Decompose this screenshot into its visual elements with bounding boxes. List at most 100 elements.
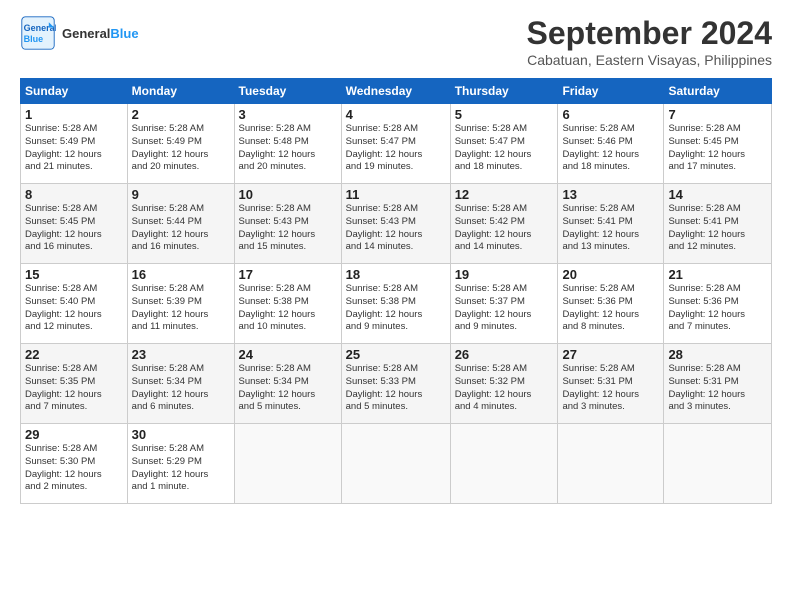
calendar-cell: 28Sunrise: 5:28 AM Sunset: 5:31 PM Dayli… xyxy=(664,344,772,424)
day-number: 29 xyxy=(25,427,123,442)
calendar-cell: 23Sunrise: 5:28 AM Sunset: 5:34 PM Dayli… xyxy=(127,344,234,424)
calendar-cell: 27Sunrise: 5:28 AM Sunset: 5:31 PM Dayli… xyxy=(558,344,664,424)
day-detail: Sunrise: 5:28 AM Sunset: 5:36 PM Dayligh… xyxy=(562,283,659,334)
calendar-week-row: 22Sunrise: 5:28 AM Sunset: 5:35 PM Dayli… xyxy=(21,344,772,424)
day-number: 1 xyxy=(25,107,123,122)
calendar-cell xyxy=(558,424,664,504)
day-number: 12 xyxy=(455,187,554,202)
day-number: 7 xyxy=(668,107,767,122)
day-detail: Sunrise: 5:28 AM Sunset: 5:32 PM Dayligh… xyxy=(455,363,554,414)
title-section: September 2024 Cabatuan, Eastern Visayas… xyxy=(527,15,772,68)
day-number: 17 xyxy=(239,267,337,282)
calendar-cell: 2Sunrise: 5:28 AM Sunset: 5:49 PM Daylig… xyxy=(127,104,234,184)
day-detail: Sunrise: 5:28 AM Sunset: 5:45 PM Dayligh… xyxy=(668,123,767,174)
day-detail: Sunrise: 5:28 AM Sunset: 5:36 PM Dayligh… xyxy=(668,283,767,334)
calendar-cell xyxy=(234,424,341,504)
logo: General Blue GeneralBlue xyxy=(20,15,139,51)
day-detail: Sunrise: 5:28 AM Sunset: 5:40 PM Dayligh… xyxy=(25,283,123,334)
day-number: 25 xyxy=(346,347,446,362)
month-title: September 2024 xyxy=(527,15,772,52)
day-detail: Sunrise: 5:28 AM Sunset: 5:43 PM Dayligh… xyxy=(239,203,337,254)
calendar-cell xyxy=(450,424,558,504)
day-number: 15 xyxy=(25,267,123,282)
day-detail: Sunrise: 5:28 AM Sunset: 5:42 PM Dayligh… xyxy=(455,203,554,254)
calendar-cell: 22Sunrise: 5:28 AM Sunset: 5:35 PM Dayli… xyxy=(21,344,128,424)
day-number: 26 xyxy=(455,347,554,362)
day-number: 3 xyxy=(239,107,337,122)
calendar-cell: 29Sunrise: 5:28 AM Sunset: 5:30 PM Dayli… xyxy=(21,424,128,504)
day-number: 24 xyxy=(239,347,337,362)
day-number: 6 xyxy=(562,107,659,122)
day-number: 28 xyxy=(668,347,767,362)
col-sunday: Sunday xyxy=(21,79,128,104)
day-number: 9 xyxy=(132,187,230,202)
day-detail: Sunrise: 5:28 AM Sunset: 5:49 PM Dayligh… xyxy=(25,123,123,174)
day-number: 30 xyxy=(132,427,230,442)
page-header: General Blue GeneralBlue September 2024 … xyxy=(20,15,772,68)
day-number: 8 xyxy=(25,187,123,202)
calendar-week-row: 1Sunrise: 5:28 AM Sunset: 5:49 PM Daylig… xyxy=(21,104,772,184)
location: Cabatuan, Eastern Visayas, Philippines xyxy=(527,52,772,68)
day-detail: Sunrise: 5:28 AM Sunset: 5:47 PM Dayligh… xyxy=(455,123,554,174)
calendar-cell: 14Sunrise: 5:28 AM Sunset: 5:41 PM Dayli… xyxy=(664,184,772,264)
day-detail: Sunrise: 5:28 AM Sunset: 5:34 PM Dayligh… xyxy=(239,363,337,414)
calendar-table: Sunday Monday Tuesday Wednesday Thursday… xyxy=(20,78,772,504)
calendar-cell: 9Sunrise: 5:28 AM Sunset: 5:44 PM Daylig… xyxy=(127,184,234,264)
day-detail: Sunrise: 5:28 AM Sunset: 5:37 PM Dayligh… xyxy=(455,283,554,334)
calendar-cell: 15Sunrise: 5:28 AM Sunset: 5:40 PM Dayli… xyxy=(21,264,128,344)
col-friday: Friday xyxy=(558,79,664,104)
calendar-cell: 19Sunrise: 5:28 AM Sunset: 5:37 PM Dayli… xyxy=(450,264,558,344)
day-number: 4 xyxy=(346,107,446,122)
calendar-cell: 10Sunrise: 5:28 AM Sunset: 5:43 PM Dayli… xyxy=(234,184,341,264)
calendar-week-row: 29Sunrise: 5:28 AM Sunset: 5:30 PM Dayli… xyxy=(21,424,772,504)
calendar-week-row: 15Sunrise: 5:28 AM Sunset: 5:40 PM Dayli… xyxy=(21,264,772,344)
calendar-cell: 12Sunrise: 5:28 AM Sunset: 5:42 PM Dayli… xyxy=(450,184,558,264)
day-detail: Sunrise: 5:28 AM Sunset: 5:45 PM Dayligh… xyxy=(25,203,123,254)
col-wednesday: Wednesday xyxy=(341,79,450,104)
calendar-cell: 30Sunrise: 5:28 AM Sunset: 5:29 PM Dayli… xyxy=(127,424,234,504)
day-number: 14 xyxy=(668,187,767,202)
col-thursday: Thursday xyxy=(450,79,558,104)
day-detail: Sunrise: 5:28 AM Sunset: 5:29 PM Dayligh… xyxy=(132,443,230,494)
day-number: 2 xyxy=(132,107,230,122)
day-detail: Sunrise: 5:28 AM Sunset: 5:46 PM Dayligh… xyxy=(562,123,659,174)
day-detail: Sunrise: 5:28 AM Sunset: 5:47 PM Dayligh… xyxy=(346,123,446,174)
day-detail: Sunrise: 5:28 AM Sunset: 5:41 PM Dayligh… xyxy=(668,203,767,254)
calendar-cell: 5Sunrise: 5:28 AM Sunset: 5:47 PM Daylig… xyxy=(450,104,558,184)
day-number: 19 xyxy=(455,267,554,282)
day-detail: Sunrise: 5:28 AM Sunset: 5:41 PM Dayligh… xyxy=(562,203,659,254)
calendar-cell: 6Sunrise: 5:28 AM Sunset: 5:46 PM Daylig… xyxy=(558,104,664,184)
calendar-cell: 13Sunrise: 5:28 AM Sunset: 5:41 PM Dayli… xyxy=(558,184,664,264)
calendar-cell: 1Sunrise: 5:28 AM Sunset: 5:49 PM Daylig… xyxy=(21,104,128,184)
day-detail: Sunrise: 5:28 AM Sunset: 5:44 PM Dayligh… xyxy=(132,203,230,254)
col-monday: Monday xyxy=(127,79,234,104)
day-number: 5 xyxy=(455,107,554,122)
day-number: 16 xyxy=(132,267,230,282)
calendar-cell: 26Sunrise: 5:28 AM Sunset: 5:32 PM Dayli… xyxy=(450,344,558,424)
day-detail: Sunrise: 5:28 AM Sunset: 5:30 PM Dayligh… xyxy=(25,443,123,494)
day-number: 27 xyxy=(562,347,659,362)
calendar-week-row: 8Sunrise: 5:28 AM Sunset: 5:45 PM Daylig… xyxy=(21,184,772,264)
day-number: 23 xyxy=(132,347,230,362)
day-detail: Sunrise: 5:28 AM Sunset: 5:43 PM Dayligh… xyxy=(346,203,446,254)
day-detail: Sunrise: 5:28 AM Sunset: 5:39 PM Dayligh… xyxy=(132,283,230,334)
day-detail: Sunrise: 5:28 AM Sunset: 5:48 PM Dayligh… xyxy=(239,123,337,174)
day-detail: Sunrise: 5:28 AM Sunset: 5:31 PM Dayligh… xyxy=(562,363,659,414)
calendar-cell: 21Sunrise: 5:28 AM Sunset: 5:36 PM Dayli… xyxy=(664,264,772,344)
day-detail: Sunrise: 5:28 AM Sunset: 5:33 PM Dayligh… xyxy=(346,363,446,414)
calendar-cell: 18Sunrise: 5:28 AM Sunset: 5:38 PM Dayli… xyxy=(341,264,450,344)
day-number: 22 xyxy=(25,347,123,362)
calendar-cell xyxy=(664,424,772,504)
day-number: 10 xyxy=(239,187,337,202)
day-detail: Sunrise: 5:28 AM Sunset: 5:38 PM Dayligh… xyxy=(346,283,446,334)
calendar-cell xyxy=(341,424,450,504)
svg-text:Blue: Blue xyxy=(24,34,44,44)
calendar-header-row: Sunday Monday Tuesday Wednesday Thursday… xyxy=(21,79,772,104)
day-number: 13 xyxy=(562,187,659,202)
calendar-cell: 16Sunrise: 5:28 AM Sunset: 5:39 PM Dayli… xyxy=(127,264,234,344)
calendar-cell: 24Sunrise: 5:28 AM Sunset: 5:34 PM Dayli… xyxy=(234,344,341,424)
day-detail: Sunrise: 5:28 AM Sunset: 5:38 PM Dayligh… xyxy=(239,283,337,334)
day-number: 18 xyxy=(346,267,446,282)
logo-icon: General Blue xyxy=(20,15,56,51)
col-tuesday: Tuesday xyxy=(234,79,341,104)
